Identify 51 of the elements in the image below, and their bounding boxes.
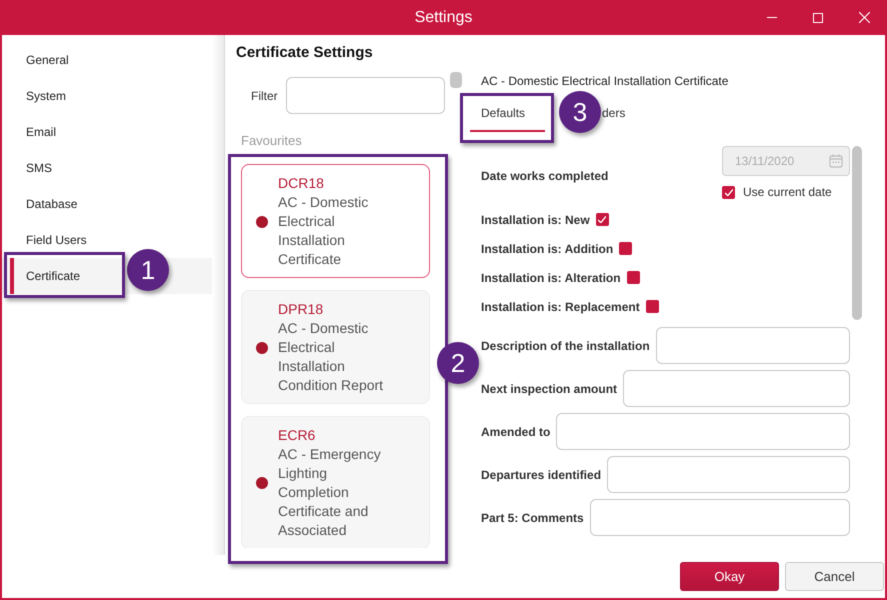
field-label: Next inspection amount xyxy=(481,380,618,398)
checkbox-label: Use current date xyxy=(743,184,832,201)
page-title: Certificate Settings xyxy=(236,44,374,62)
field-label: Date works completed xyxy=(481,168,610,184)
field-label: Installation is: Alteration xyxy=(481,270,621,286)
window-title: Settings xyxy=(414,8,472,28)
certificate-card[interactable]: ECR6 AC - Emergency Lighting Completion Certificate and Associated xyxy=(241,416,430,548)
field-label: Installation is: Replacement xyxy=(481,298,640,316)
tab[interactable]: Defaults xyxy=(470,95,545,132)
checkbox[interactable] xyxy=(596,213,609,226)
tick-icon xyxy=(598,216,606,223)
checkbox[interactable] xyxy=(646,300,659,313)
card-code: DPR18 xyxy=(278,300,324,319)
field-label: Installation is: New xyxy=(481,212,590,228)
certificate-card[interactable]: DPR18 AC - Domestic Electrical Installation Condition Report xyxy=(241,290,430,404)
card-code: ECR6 xyxy=(278,426,316,445)
field-label: Installation is: Addition xyxy=(481,240,614,258)
certificate-title: AC - Domestic Electrical Installation Certificate xyxy=(481,74,730,88)
callout-number: 3 xyxy=(559,91,601,133)
checkbox[interactable] xyxy=(626,271,640,284)
dialog-button[interactable]: Cancel xyxy=(785,562,884,591)
pill-icon xyxy=(450,72,462,88)
text-field[interactable] xyxy=(607,456,850,493)
field-label: Amended to xyxy=(481,424,550,440)
selection-indicator xyxy=(10,258,14,294)
card-code: DCR18 xyxy=(278,174,325,193)
card-description: AC - Domestic Electrical Installation Condition Report xyxy=(278,319,384,395)
field-label: Departures identified xyxy=(481,466,602,484)
text-field[interactable] xyxy=(656,327,850,364)
card-description: AC - Domestic Electrical Installation Certificate xyxy=(278,193,370,269)
dialog-button[interactable]: Okay xyxy=(680,562,779,591)
certificate-card[interactable]: DCR18 AC - Domestic Electrical Installation Certificate xyxy=(241,164,430,278)
tab[interactable]: ders xyxy=(602,95,634,132)
scrollbar-thumb[interactable] xyxy=(852,146,862,320)
callout-number: 2 xyxy=(437,342,479,384)
card-description: AC - Emergency Lighting Completion Certificate and Associated xyxy=(278,445,382,540)
close-icon xyxy=(858,12,870,23)
text-field[interactable] xyxy=(623,370,850,407)
text-field[interactable] xyxy=(556,413,850,450)
calendar-icon xyxy=(829,154,843,168)
filter-field[interactable] xyxy=(286,77,446,114)
checkbox[interactable] xyxy=(619,242,632,255)
minimize-icon xyxy=(767,17,777,18)
tick-icon xyxy=(724,188,732,196)
filter-label: Filter xyxy=(251,88,279,104)
favourites-heading: Favourites xyxy=(241,133,303,148)
field-label: Part 5: Comments xyxy=(481,510,584,526)
maximize-icon xyxy=(813,12,823,22)
callout-number: 1 xyxy=(127,249,169,291)
field-label: Description of the installation xyxy=(481,338,650,354)
text-field[interactable] xyxy=(590,499,850,536)
